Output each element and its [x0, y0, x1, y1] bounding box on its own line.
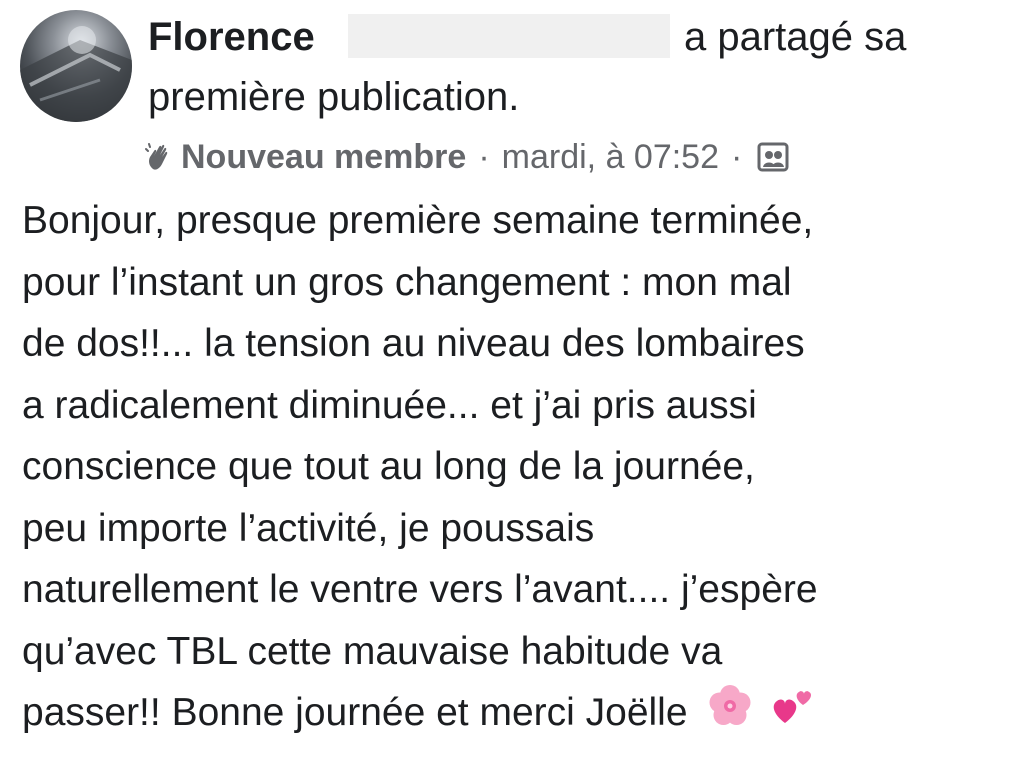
new-member-badge[interactable]: Nouveau membre	[181, 138, 466, 177]
wave-hand-icon	[145, 142, 175, 172]
post-meta: Nouveau membre · mardi, à 07:52 ·	[145, 135, 790, 179]
post-body-line: a radicalement diminuée... et j’ai pris …	[22, 383, 757, 427]
meta-separator: ·	[478, 137, 490, 176]
post-action-line-1: a partagé sa	[684, 15, 907, 59]
post-body-line: peu importe l’activité, je poussais	[22, 506, 595, 550]
post-body-line: de dos!!... la tension au niveau des lom…	[22, 322, 805, 365]
avatar[interactable]	[20, 10, 132, 122]
post-body-last-line: passer!! Bonne journée et merci Joëlle	[22, 682, 1022, 744]
group-audience-icon[interactable]	[756, 140, 790, 174]
cherry-blossom-emoji	[709, 685, 751, 726]
post-body-line: pour l’instant un gros changement : mon …	[22, 260, 792, 304]
emoji-group	[706, 683, 817, 746]
post-body-line: qu’avec TBL cette mauvaise habitude va	[22, 629, 723, 673]
post-body-line: conscience que tout au long de la journé…	[22, 445, 755, 488]
two-hearts-emoji	[773, 691, 812, 724]
post-body-line: passer!! Bonne journée et merci Joëlle	[22, 691, 688, 734]
redacted-surname	[348, 14, 670, 58]
post-body-line: Bonjour, presque première semaine termin…	[22, 199, 814, 242]
post-body: Bonjour, presque première semaine termin…	[22, 190, 1022, 744]
post-timestamp[interactable]: mardi, à 07:52	[502, 138, 719, 177]
post-header: Florence	[148, 12, 315, 62]
post-body-line: naturellement le ventre vers l’avant....…	[22, 568, 818, 611]
post-action-line-2: première publication.	[148, 75, 520, 119]
author-name[interactable]: Florence	[148, 15, 315, 59]
meta-separator: ·	[731, 137, 743, 176]
